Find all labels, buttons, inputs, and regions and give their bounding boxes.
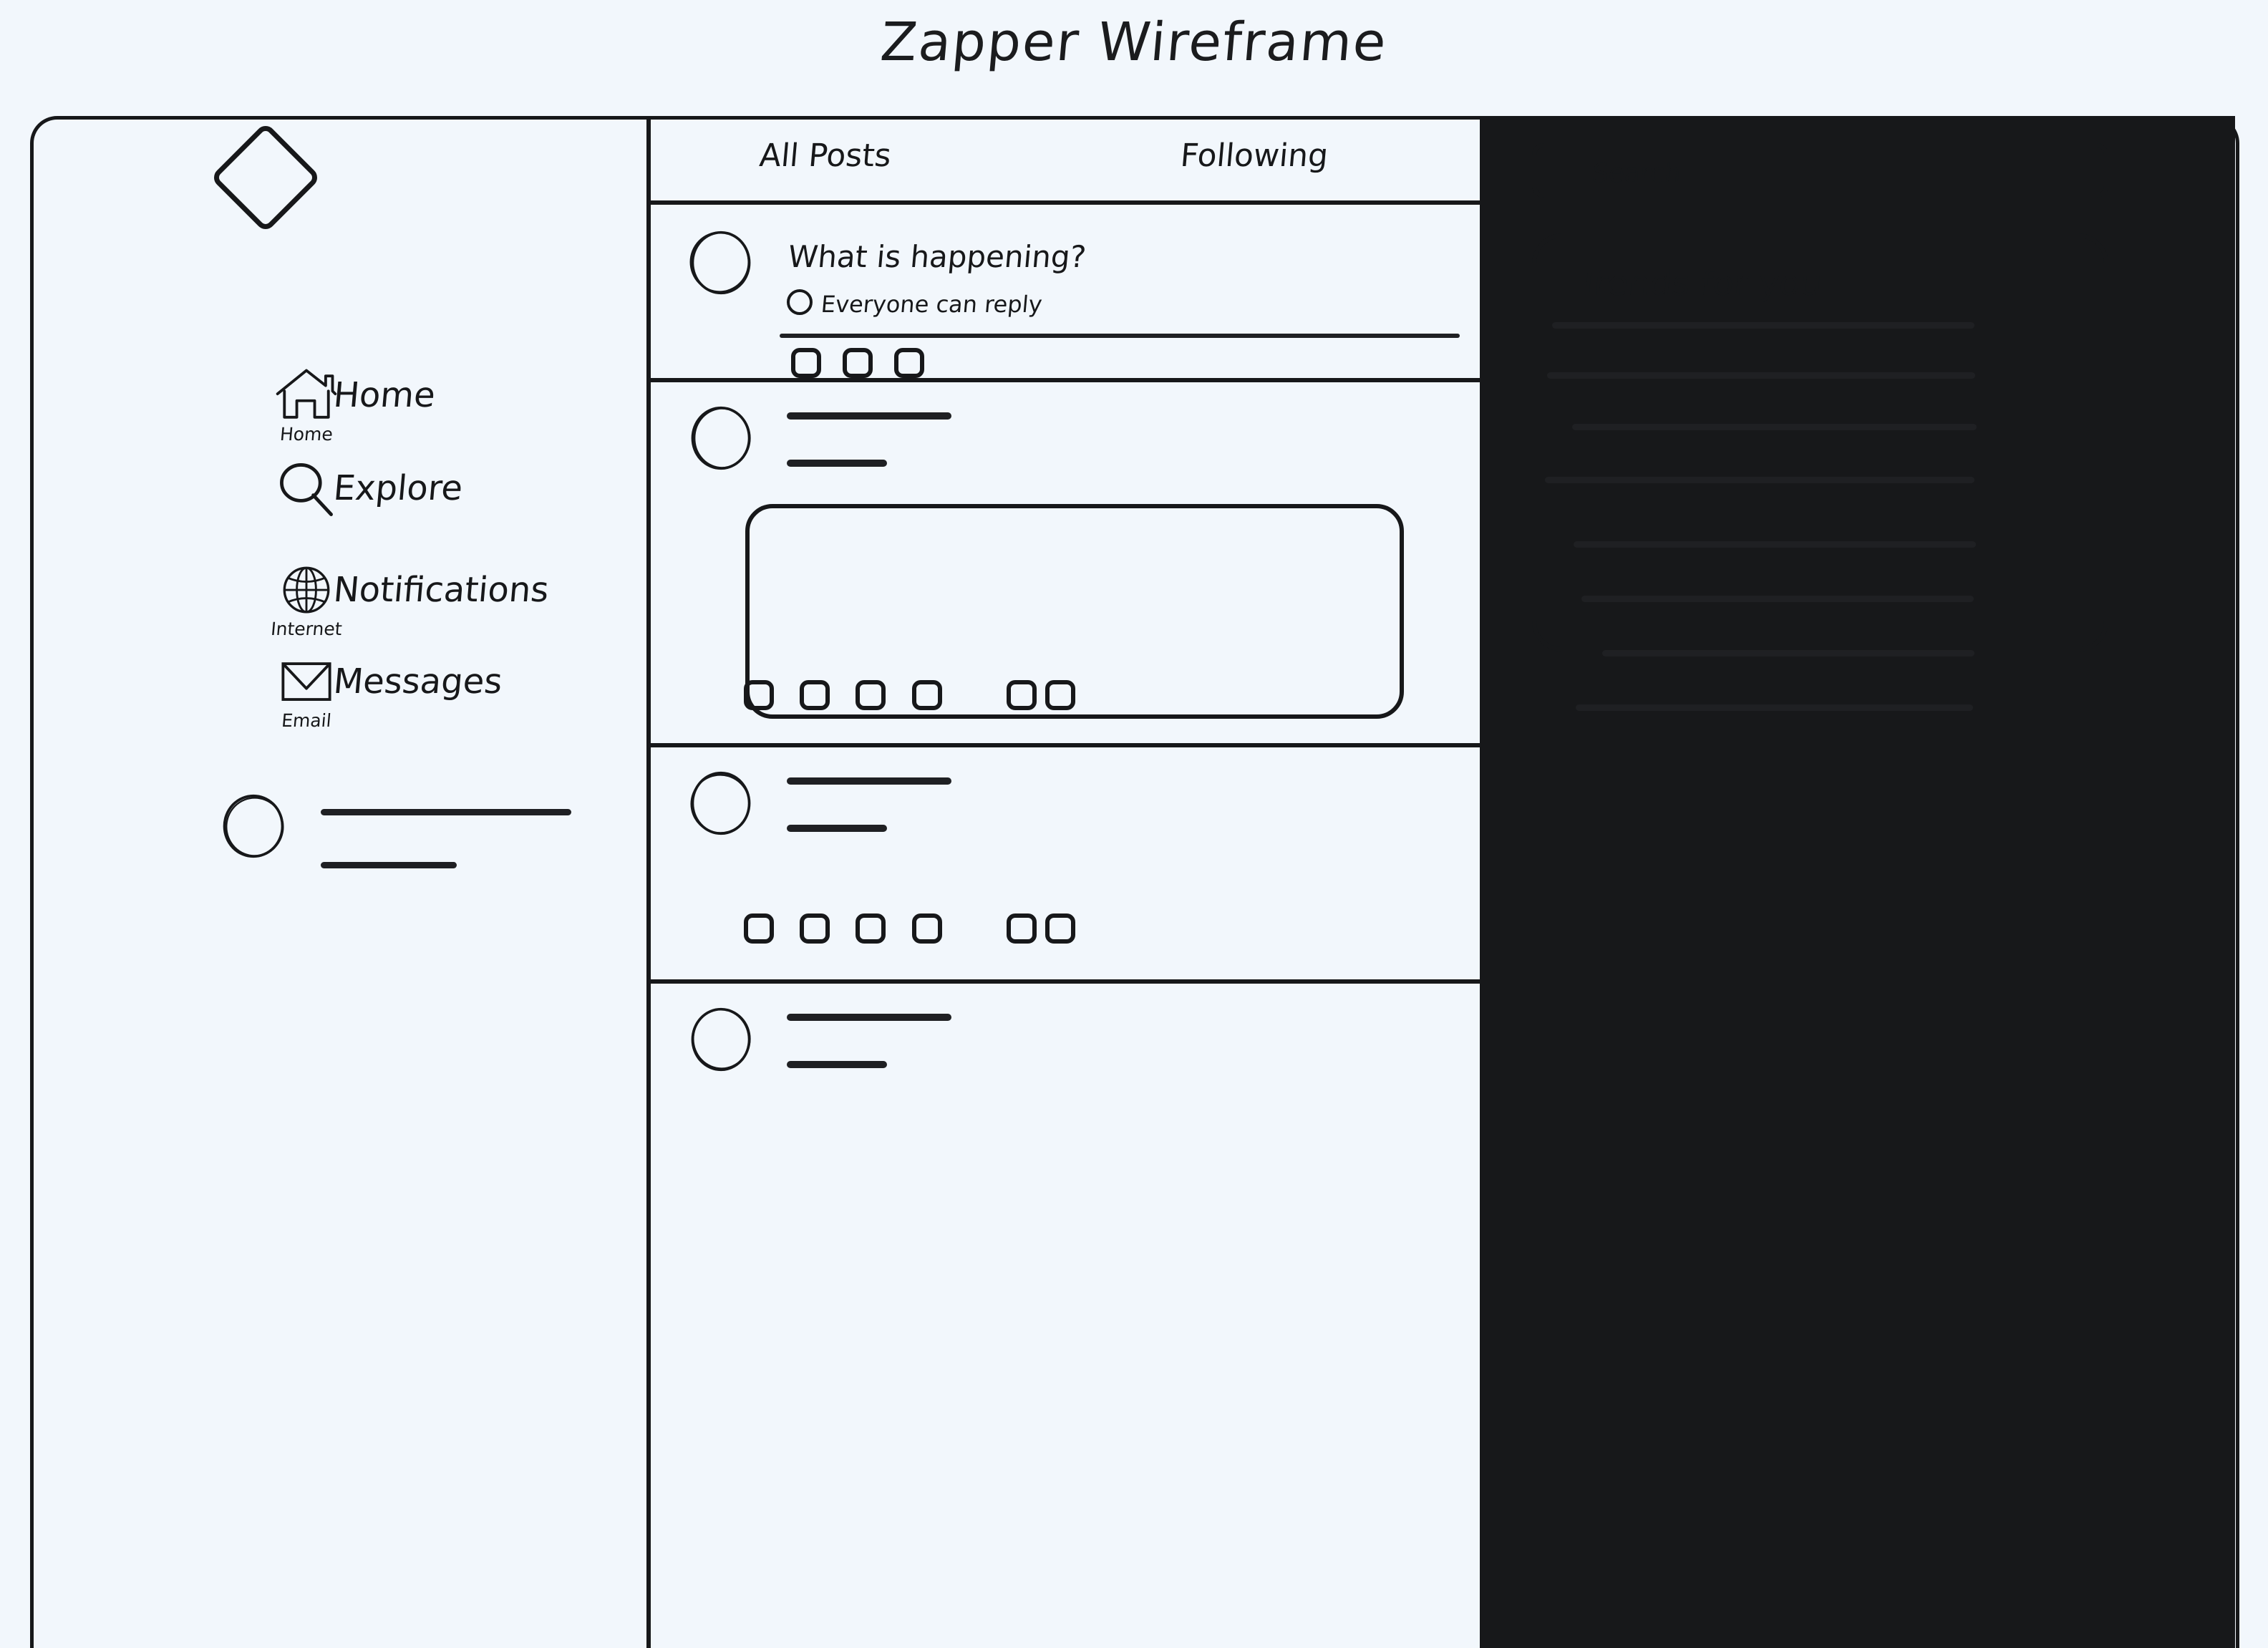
avatar	[688, 770, 754, 836]
sidebar-item-messages-caption: Email	[281, 710, 332, 731]
views-icon[interactable]	[912, 913, 942, 944]
sidebar-item-home-label: Home	[331, 375, 437, 415]
avatar	[688, 1007, 754, 1072]
page-title: Zapper Wireframe	[878, 11, 1390, 73]
sidebar-item-explore[interactable]: Explore	[34, 455, 646, 540]
trend-item[interactable]	[1602, 650, 1974, 656]
post-handle-placeholder	[787, 1061, 887, 1068]
sidebar-item-notifications[interactable]: Internet Notifications	[34, 557, 646, 641]
compose-divider	[780, 334, 1460, 338]
right-sidebar: Search Trends for you	[1484, 116, 2239, 1648]
avatar	[688, 405, 754, 471]
search-input[interactable]: Search	[1532, 143, 2108, 198]
diamond-logo-icon[interactable]	[210, 122, 321, 233]
wireframe-canvas: Zapper Wireframe Home Home Explore Inter…	[0, 0, 2268, 1648]
sidebar-item-notifications-caption: Internet	[270, 619, 343, 639]
post-author-placeholder	[787, 777, 951, 785]
feed-column: All Posts Following What is happening? E…	[651, 116, 1480, 1648]
sidebar-item-messages[interactable]: Email Messages	[34, 649, 646, 733]
trends-panel: Trends for you	[1532, 233, 2108, 711]
home-icon	[272, 362, 341, 431]
reply-icon[interactable]	[744, 680, 774, 710]
sidebar-item-messages-label: Messages	[331, 661, 504, 702]
search-icon	[272, 455, 341, 524]
media-button-icon[interactable]	[791, 348, 821, 378]
trends-title: Trends for you	[1576, 263, 1824, 304]
trend-item[interactable]	[1545, 477, 1974, 483]
post-handle-placeholder	[787, 460, 887, 467]
trend-item[interactable]	[1572, 424, 1977, 430]
trend-item[interactable]	[1581, 596, 1974, 602]
bookmark-icon[interactable]	[1007, 680, 1037, 710]
repost-icon[interactable]	[800, 680, 830, 710]
table-row[interactable]	[651, 382, 1480, 747]
reply-icon[interactable]	[744, 913, 774, 944]
trend-item[interactable]	[1547, 372, 1975, 379]
views-icon[interactable]	[912, 680, 942, 710]
poll-button-icon[interactable]	[894, 348, 924, 378]
like-icon[interactable]	[856, 680, 886, 710]
post-handle-placeholder	[787, 825, 887, 832]
sidebar-item-explore-label: Explore	[331, 468, 465, 508]
feed-tabs: All Posts Following	[651, 116, 1480, 205]
bookmark-icon[interactable]	[1007, 913, 1037, 944]
table-row[interactable]	[651, 984, 1480, 1105]
compose-box: What is happening? Everyone can reply	[651, 205, 1480, 382]
reply-scope-label[interactable]: Everyone can reply	[820, 291, 1043, 318]
radio-unchecked-icon[interactable]	[787, 289, 813, 315]
sidebar-profile[interactable]	[34, 786, 646, 901]
tab-all-posts[interactable]: All Posts	[758, 137, 893, 174]
avatar	[220, 793, 286, 859]
repost-icon[interactable]	[800, 913, 830, 944]
trend-item[interactable]	[1576, 704, 1973, 711]
share-icon[interactable]	[1045, 913, 1075, 944]
like-icon[interactable]	[856, 913, 886, 944]
avatar	[688, 230, 754, 296]
profile-name-placeholder	[321, 809, 571, 815]
post-author-placeholder	[787, 412, 951, 420]
post-actions	[651, 913, 1480, 956]
compose-input[interactable]: What is happening?	[787, 239, 1087, 274]
post-author-placeholder	[787, 1014, 951, 1021]
share-icon[interactable]	[1045, 680, 1075, 710]
gif-button-icon[interactable]	[843, 348, 873, 378]
trend-item[interactable]	[1574, 541, 1976, 548]
sidebar-item-home-caption: Home	[278, 424, 334, 445]
search-placeholder: Search	[1591, 159, 1682, 188]
sidebar-item-home[interactable]: Home Home	[34, 362, 646, 447]
post-actions	[651, 680, 1480, 723]
sidebar-item-notifications-label: Notifications	[331, 570, 551, 610]
trend-item[interactable]	[1552, 322, 1974, 329]
tab-following[interactable]: Following	[1179, 137, 1330, 174]
globe-icon	[272, 557, 341, 626]
envelope-icon	[272, 649, 341, 717]
profile-handle-placeholder	[321, 862, 457, 868]
sidebar: Home Home Explore Internet Notifications…	[34, 120, 646, 1648]
table-row[interactable]	[651, 747, 1480, 984]
